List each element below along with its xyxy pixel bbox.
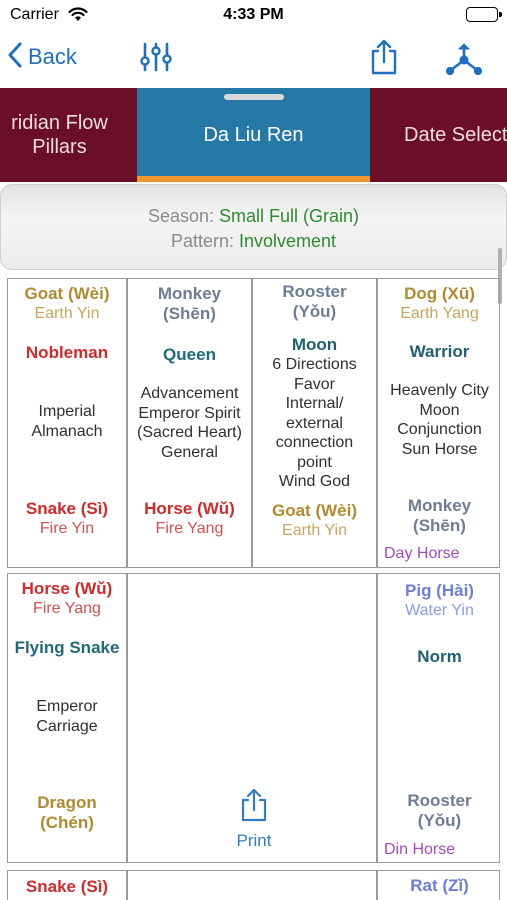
role-description: 6 Directions Favor Internal/ external co… — [272, 356, 357, 490]
role-name: Queen — [163, 345, 216, 364]
clock: 4:33 PM — [223, 6, 284, 23]
bottom-branch-name: Dragon (Chén) — [37, 793, 97, 832]
role-description: Emperor Carriage — [36, 698, 98, 735]
grid-row-1: Goat (Wèi) Earth Yin Nobleman Imperial A… — [7, 278, 500, 568]
role-name: Flying Snake — [14, 638, 120, 657]
branch-name: Pig (Hài) — [405, 581, 474, 600]
grid-row-3: Snake (Sì) Rat (Zǐ) — [7, 870, 500, 900]
element-name: Water Yin — [405, 601, 474, 619]
palace-cell[interactable]: Dog (Xū) Earth Yang — [378, 284, 501, 323]
branch-name[interactable]: Rat (Zǐ) — [378, 876, 501, 896]
din-horse-tag: Din Horse — [384, 841, 456, 858]
element-name: Earth Yang — [400, 304, 479, 322]
share-icon — [239, 788, 269, 826]
branch-name[interactable]: Rooster (Yǒu) — [253, 282, 376, 321]
print-button[interactable]: Print — [228, 788, 280, 851]
role-name: Nobleman — [25, 343, 109, 362]
tab-da-liu-ren[interactable]: Da Liu Ren — [137, 88, 370, 182]
battery-icon — [466, 7, 502, 22]
element-name: Fire Yang — [33, 599, 101, 617]
day-horse-tag: Day Horse — [384, 545, 460, 562]
palace-cell[interactable]: Goat (Wèi) Earth Yin — [8, 284, 126, 323]
tab-label: Da Liu Ren — [203, 124, 304, 146]
pattern-value: Involvement — [239, 231, 337, 251]
tab-date-select[interactable]: Date Select — [370, 88, 507, 182]
bottom-branch-cell: Goat (Wèi) Earth Yin — [253, 501, 376, 540]
pattern-line: Pattern: Involvement — [1, 229, 506, 254]
chevron-left-icon — [8, 42, 22, 73]
bottom-branch-name: Monkey (Shēn) — [407, 496, 472, 535]
season-label: Season: — [147, 206, 214, 226]
role-description: Advancement Emperor Spirit (Sacred Heart… — [137, 385, 242, 461]
palace-cell[interactable]: Pig (Hài) Water Yin — [378, 581, 501, 620]
bottom-element-name: Fire Yang — [155, 519, 224, 537]
tab-label: ridian Flow Pillars — [11, 112, 108, 158]
back-button[interactable]: Back — [8, 40, 77, 74]
bottom-branch-name: Goat (Wèi) — [272, 501, 357, 520]
role-name: Moon — [291, 335, 338, 354]
role-description: Imperial Almanach — [31, 403, 103, 440]
branch-name[interactable]: Snake (Sì) — [8, 877, 126, 897]
palace-cell[interactable]: Horse (Wǔ) Fire Yang — [8, 579, 126, 618]
pattern-label: Pattern: — [170, 231, 234, 251]
season-value: Small Full (Grain) — [219, 206, 360, 226]
tab-label: Date Select — [404, 124, 507, 146]
season-panel: Season: Small Full (Grain) Pattern: Invo… — [0, 184, 507, 270]
bottom-branch-cell: Snake (Sì) Fire Yin — [8, 499, 126, 538]
bottom-branch-name: Rooster (Yǒu) — [407, 791, 472, 830]
season-line: Season: Small Full (Grain) — [1, 204, 506, 229]
tab-strip: ridian Flow Pillars Da Liu Ren Date Sele… — [0, 88, 507, 182]
bottom-branch-cell: Horse (Wǔ) Fire Yang — [128, 499, 251, 538]
bottom-branch-name: Horse (Wǔ) — [144, 499, 235, 518]
element-name: Earth Yin — [34, 304, 100, 322]
bottom-element-name: Earth Yin — [282, 521, 347, 539]
nav-bar: Back — [0, 30, 507, 88]
branch-name: Dog (Xū) — [404, 284, 475, 303]
sliders-icon[interactable] — [139, 40, 173, 79]
network-icon[interactable] — [445, 42, 483, 81]
back-label: Back — [28, 44, 77, 69]
role-name: Warrior — [409, 342, 470, 361]
bottom-branch-name: Snake (Sì) — [25, 499, 109, 518]
selected-tab-indicator — [137, 176, 370, 182]
role-description: Heavenly City Moon Conjunction Sun Horse — [390, 382, 489, 458]
bottom-element-name: Fire Yin — [39, 519, 95, 537]
branch-name[interactable]: Monkey (Shēn) — [128, 284, 251, 323]
branch-name: Goat (Wèi) — [24, 284, 110, 303]
share-icon[interactable] — [368, 38, 400, 81]
print-label: Print — [236, 831, 272, 850]
branch-name: Horse (Wǔ) — [21, 579, 113, 598]
drag-handle[interactable] — [224, 94, 284, 100]
role-name: Norm — [417, 647, 462, 666]
status-bar: Carrier 4:33 PM — [0, 0, 507, 30]
tab-meridian-flow-pillars[interactable]: ridian Flow Pillars — [0, 88, 137, 182]
